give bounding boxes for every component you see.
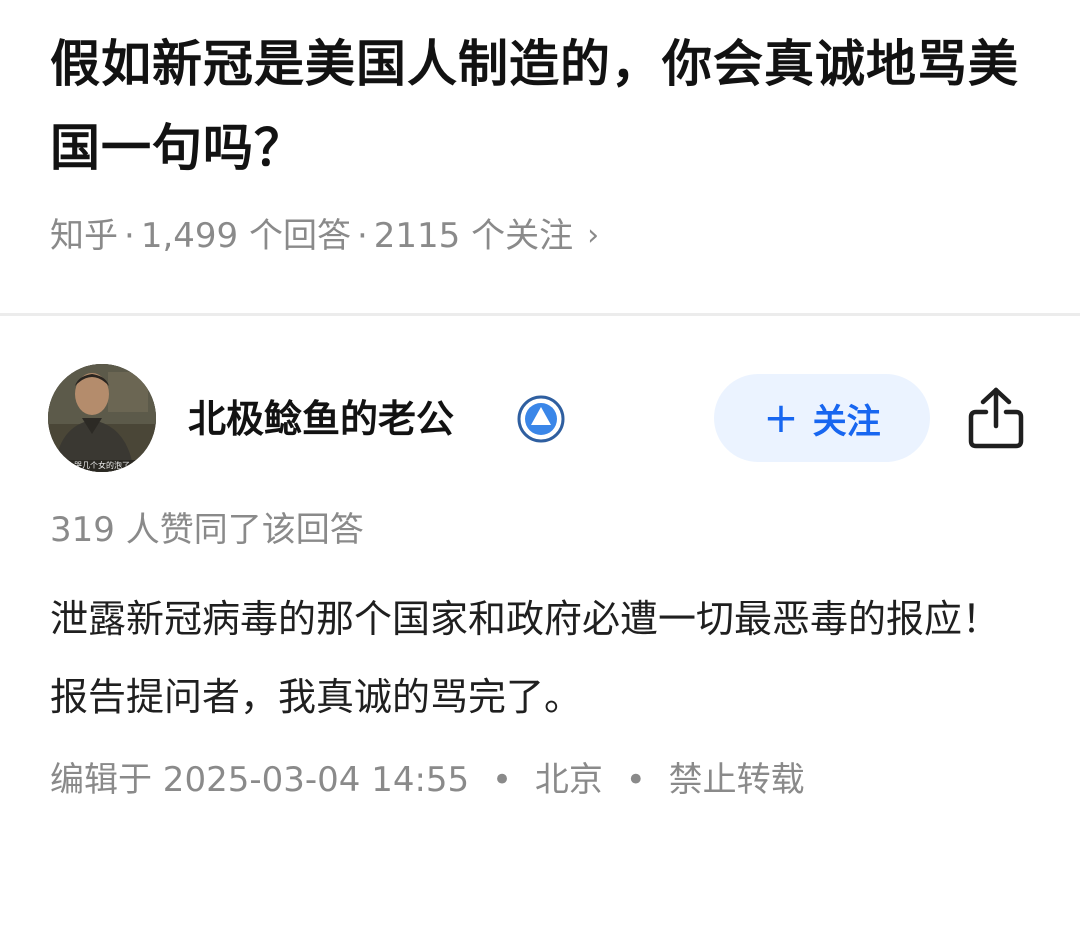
edit-info: 编辑于 2025-03-04 14:55 • 北京 • 禁止转载 bbox=[50, 758, 1030, 802]
meta-dot: • bbox=[492, 760, 513, 800]
share-icon[interactable] bbox=[966, 386, 1026, 450]
question-meta[interactable]: 知乎 · 1,499 个回答 · 2115 个关注 › bbox=[50, 214, 1040, 258]
meta-separator: · bbox=[124, 216, 135, 256]
vote-count[interactable]: 319 人赞同了该回答 bbox=[50, 508, 1030, 552]
answer-count: 1,499 个回答 bbox=[140, 216, 351, 256]
answer-paragraph: 报告提问者，我真诚的骂完了。 bbox=[50, 675, 583, 719]
location: 北京 bbox=[534, 760, 603, 800]
edited-timestamp: 编辑于 2025-03-04 14:55 bbox=[50, 760, 470, 800]
section-divider bbox=[0, 313, 1080, 316]
meta-separator: · bbox=[356, 216, 368, 256]
answer-paragraph: 泄露新冠病毒的那个国家和政府必遭一切最恶毒的报应！ bbox=[50, 597, 1001, 641]
question-source: 知乎 bbox=[50, 216, 118, 256]
follower-count: 2115 个关注 bbox=[373, 216, 574, 256]
verified-badge-icon bbox=[517, 395, 565, 443]
author-row: 哭几个女的泡了 北极鲶鱼的老公 + 关注 bbox=[48, 364, 1038, 474]
answer-body: 319 人赞同了该回答 泄露新冠病毒的那个国家和政府必遭一切最恶毒的报应！ 报告… bbox=[50, 508, 1030, 802]
avatar[interactable]: 哭几个女的泡了 bbox=[48, 364, 156, 472]
question-title[interactable]: 假如新冠是美国人制造的，你会真诚地骂美国一句吗？ bbox=[50, 22, 1040, 190]
chevron-right-icon: › bbox=[587, 218, 600, 253]
avatar-caption: 哭几个女的泡了 bbox=[74, 460, 130, 470]
copyright-notice: 禁止转载 bbox=[668, 760, 805, 800]
author-name[interactable]: 北极鲶鱼的老公 bbox=[188, 394, 454, 444]
follow-button[interactable]: + 关注 bbox=[714, 374, 930, 462]
plus-icon: + bbox=[763, 393, 799, 442]
meta-dot: • bbox=[625, 760, 646, 800]
follow-label: 关注 bbox=[812, 401, 881, 442]
avatar-image: 哭几个女的泡了 bbox=[48, 364, 156, 472]
answer-page: 假如新冠是美国人制造的，你会真诚地骂美国一句吗？ 知乎 · 1,499 个回答 … bbox=[0, 0, 1080, 939]
question-header: 假如新冠是美国人制造的，你会真诚地骂美国一句吗？ 知乎 · 1,499 个回答 … bbox=[50, 22, 1040, 258]
